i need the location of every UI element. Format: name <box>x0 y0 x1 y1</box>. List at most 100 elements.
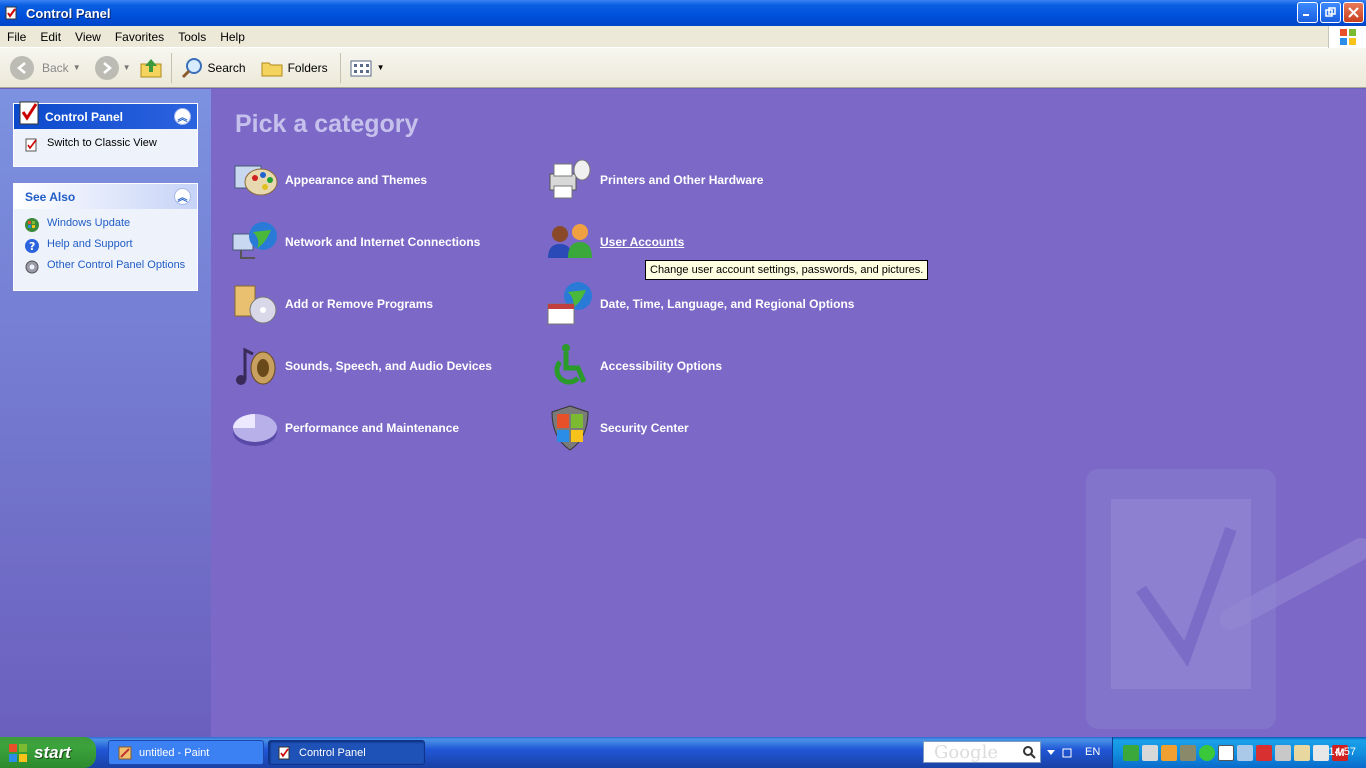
category-security-center[interactable]: Security Center <box>546 404 689 452</box>
task-pane: Control Panel ︽ Switch to Classic View S… <box>0 89 211 737</box>
category-date-time-language-and-regional-options[interactable]: Date, Time, Language, and Regional Optio… <box>546 280 854 328</box>
start-label: start <box>34 742 71 762</box>
toolbar-dropdown-icon[interactable] <box>1046 748 1056 758</box>
minimize-icon <box>1303 14 1309 16</box>
add-remove-programs-icon <box>234 285 277 324</box>
accessibility-icon <box>554 344 587 385</box>
forward-button[interactable]: ▼ <box>91 52 135 84</box>
category-accessibility-options[interactable]: Accessibility Options <box>546 342 722 390</box>
control-panel-box-title: Control Panel <box>45 109 124 124</box>
folders-button[interactable]: Folders <box>256 52 332 84</box>
category-label: Sounds, Speech, and Audio Devices <box>285 359 492 373</box>
window-title: Control Panel <box>26 5 111 21</box>
system-tray: M 14:57 <box>1112 737 1366 768</box>
svg-text:?: ? <box>29 240 35 253</box>
category-printers-and-other-hardware[interactable]: Printers and Other Hardware <box>546 156 763 204</box>
menu-view[interactable]: View <box>68 30 108 44</box>
tray-document-icon[interactable] <box>1142 744 1158 761</box>
collapse-icon[interactable]: ︽ <box>174 108 191 125</box>
tray-computer-icon[interactable] <box>1237 744 1253 761</box>
paint-icon <box>118 746 132 759</box>
taskbar-button-control-panel[interactable]: Control Panel <box>268 740 425 765</box>
tray-user-icon[interactable] <box>1161 744 1177 761</box>
calendar-globe-icon <box>547 282 592 325</box>
tray-tools-icon[interactable] <box>1294 744 1310 761</box>
minimize-button[interactable] <box>1297 2 1318 23</box>
other-control-panel-options-link[interactable]: Other Control Panel Options <box>24 259 187 275</box>
views-button[interactable]: ▼ <box>345 52 389 84</box>
menu-tools[interactable]: Tools <box>171 30 213 44</box>
windows-update-link[interactable]: Windows Update <box>24 217 187 233</box>
back-dropdown-icon[interactable]: ▼ <box>73 63 81 72</box>
menu-edit[interactable]: Edit <box>33 30 68 44</box>
category-view: Pick a category Appearance and Themes Ne… <box>211 89 1366 737</box>
control-panel-watermark-icon <box>1086 469 1366 729</box>
taskbar: start untitled - Paint Control Panel Goo… <box>0 737 1366 768</box>
up-folder-button[interactable] <box>135 52 167 84</box>
views-icon <box>350 60 372 76</box>
category-sounds-speech-and-audio-devices[interactable]: Sounds, Speech, and Audio Devices <box>231 342 492 390</box>
category-label: User Accounts <box>600 235 685 249</box>
category-label: Network and Internet Connections <box>285 235 481 249</box>
taskbar-button-paint[interactable]: untitled - Paint <box>108 740 264 765</box>
control-panel-box-header[interactable]: Control Panel ︽ <box>14 101 197 129</box>
shield-icon <box>551 405 589 451</box>
user-accounts-tooltip: Change user account settings, passwords,… <box>645 260 929 280</box>
control-panel-task-box: Control Panel ︽ Switch to Classic View <box>13 101 198 167</box>
windows-flag-icon <box>9 743 27 762</box>
category-network-and-internet-connections[interactable]: Network and Internet Connections <box>231 218 480 266</box>
tray-device-icon[interactable] <box>1275 744 1291 761</box>
folders-icon <box>261 62 283 76</box>
windows-update-label: Windows Update <box>47 217 131 229</box>
category-performance-and-maintenance[interactable]: Performance and Maintenance <box>231 404 459 452</box>
clock[interactable]: 14:57 <box>1328 746 1356 758</box>
printer-icon <box>549 159 591 199</box>
tray-display-icon[interactable] <box>1180 744 1196 761</box>
search-icon[interactable] <box>1022 745 1036 759</box>
restore-button[interactable] <box>1320 2 1341 23</box>
category-appearance-and-themes[interactable]: Appearance and Themes <box>231 156 427 204</box>
google-logo-text: Google <box>934 741 998 763</box>
control-panel-icon <box>5 6 17 20</box>
language-indicator[interactable]: EN <box>1085 746 1100 758</box>
see-also-box-header[interactable]: See Also ︽ <box>14 184 197 209</box>
tray-alert-icon[interactable] <box>1256 744 1272 761</box>
forward-dropdown-icon[interactable]: ▼ <box>123 63 131 72</box>
network-globe-icon <box>232 222 277 259</box>
switch-classic-view-link[interactable]: Switch to Classic View <box>24 137 187 153</box>
user-accounts-icon <box>548 224 592 258</box>
classic-view-icon <box>25 138 37 152</box>
collapse-icon[interactable]: ︽ <box>174 188 191 205</box>
views-dropdown-icon[interactable]: ▼ <box>377 63 385 72</box>
taskbar-button-label: Control Panel <box>299 746 366 759</box>
tray-refresh-icon[interactable] <box>1199 744 1215 761</box>
close-icon <box>1348 7 1359 18</box>
category-label: Add or Remove Programs <box>285 297 434 311</box>
back-button[interactable]: Back ▼ <box>6 52 85 84</box>
windows-update-icon <box>25 218 39 232</box>
restore-icon <box>1325 7 1336 17</box>
tray-monitor-icon[interactable] <box>1218 744 1234 761</box>
category-user-accounts[interactable]: User Accounts <box>546 218 684 266</box>
control-panel-icon <box>278 746 290 759</box>
speaker-music-icon <box>236 347 276 385</box>
back-label: Back <box>42 60 69 75</box>
tray-phone-icon[interactable] <box>1313 744 1329 761</box>
search-button[interactable]: Search <box>176 52 250 84</box>
menu-help[interactable]: Help <box>213 30 252 44</box>
tray-network-icon[interactable] <box>1123 744 1139 761</box>
category-label: Accessibility Options <box>600 359 723 373</box>
close-button[interactable] <box>1343 2 1364 23</box>
google-search-box[interactable]: Google <box>923 741 1041 763</box>
category-add-or-remove-programs[interactable]: Add or Remove Programs <box>231 280 433 328</box>
palette-icon <box>234 165 278 196</box>
menu-file[interactable]: File <box>0 30 33 44</box>
start-button[interactable]: start <box>0 737 96 768</box>
see-also-task-box: See Also ︽ Windows Update ? Help and Sup… <box>13 183 198 291</box>
windows-logo <box>1328 26 1366 48</box>
menu-favorites[interactable]: Favorites <box>108 30 171 44</box>
show-desktop-icon[interactable] <box>1062 748 1072 758</box>
switch-classic-view-label: Switch to Classic View <box>47 137 157 149</box>
title-bar[interactable]: Control Panel <box>0 0 1366 26</box>
help-and-support-link[interactable]: ? Help and Support <box>24 238 187 254</box>
